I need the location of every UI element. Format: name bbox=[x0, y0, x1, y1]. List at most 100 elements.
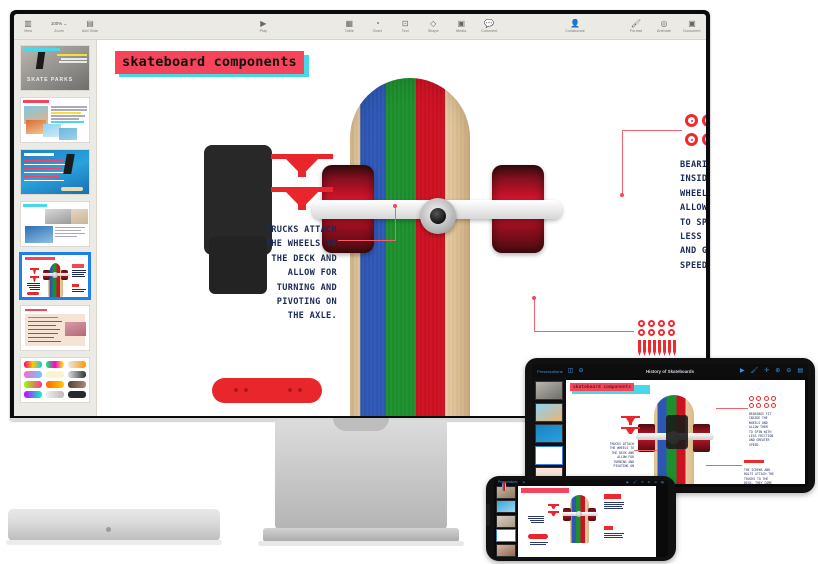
iphone-text-line bbox=[528, 516, 544, 517]
toolbar-zoom-control[interactable]: 100% ⌄ Zoom bbox=[42, 15, 76, 39]
iphone-thumbnail-selected[interactable] bbox=[495, 482, 516, 542]
screw-icon bbox=[663, 340, 666, 356]
iphone-device: Presentations ⊖ ▶ 🖌 ✛ ⊛ ⊖ ▤ bbox=[486, 476, 676, 561]
ipad-body: skateboard components TRUCKS ATTACH THE … bbox=[532, 378, 808, 487]
bearing-icon bbox=[702, 114, 706, 127]
bearing-icon bbox=[685, 133, 698, 146]
toolbar-format-button[interactable]: 🖌 Format bbox=[622, 15, 650, 39]
slide-navigator[interactable]: SKATE PARKS bbox=[14, 40, 97, 416]
iphone-thumbnail[interactable] bbox=[495, 514, 516, 528]
slide-thumbnail-9[interactable] bbox=[20, 253, 90, 299]
play-icon: ▶ bbox=[260, 19, 267, 28]
add-slide-icon: ▤ bbox=[86, 19, 94, 28]
truck-assembly bbox=[312, 192, 562, 234]
ipad-slide-navigator[interactable] bbox=[532, 378, 566, 487]
chart-icon: ◔ bbox=[374, 19, 380, 28]
ipad-slide-canvas[interactable]: skateboard components TRUCKS ATTACH THE … bbox=[566, 380, 805, 484]
hardware-graphic[interactable] bbox=[638, 320, 698, 356]
toolbar-chart-button[interactable]: ◔ Chart bbox=[363, 15, 391, 39]
bearing-icon bbox=[756, 402, 762, 408]
iphone-slide-canvas[interactable] bbox=[518, 486, 656, 557]
more-icon[interactable]: ⊖ bbox=[786, 368, 791, 374]
view-icon: ▥ bbox=[24, 19, 32, 28]
bearing-icon bbox=[756, 396, 762, 401]
iphone-deck-graphic bbox=[528, 534, 548, 539]
screw-icon bbox=[673, 340, 676, 356]
imac-stand-shadow bbox=[258, 541, 464, 546]
trucks-graphic[interactable] bbox=[271, 152, 333, 214]
toolbar-comment-button[interactable]: 💬 Comment bbox=[475, 15, 503, 39]
slide-thumbnail-8[interactable] bbox=[20, 201, 90, 247]
ipad-thumbnail[interactable] bbox=[535, 424, 563, 443]
leader-dot-trucks bbox=[393, 204, 397, 208]
callout-bearings-text[interactable]: BEARINGS FIT INSIDE THE WHEELS AND ALLOW… bbox=[680, 158, 706, 273]
slide-thumbnail-5[interactable]: SKATE PARKS bbox=[20, 45, 90, 91]
collaborate-icon[interactable]: ⊛ bbox=[775, 368, 780, 374]
ipad-screen: Presentations ◫ ⊖ History of Skateboards… bbox=[532, 364, 808, 487]
zoom-value: 100% ⌄ bbox=[50, 21, 68, 26]
imac-screen: ▥ View 100% ⌄ Zoom ▤ Add Slide ▶ Play ▦ … bbox=[14, 14, 706, 416]
slide-thumbnail-7[interactable] bbox=[20, 149, 90, 195]
toolbar-document-button[interactable]: ▣ Document bbox=[678, 15, 706, 39]
page-title[interactable]: skateboard components bbox=[115, 51, 304, 74]
toolbar-media-button[interactable]: ▣ Media bbox=[447, 15, 475, 39]
toolbar-right-group: 🖌 Format ◎ Animate ▣ Document bbox=[622, 15, 706, 39]
iphone-text-line bbox=[530, 520, 544, 521]
slide-title-group[interactable]: skateboard components bbox=[115, 51, 309, 77]
screw-icon bbox=[668, 340, 671, 356]
screw-icon bbox=[648, 340, 651, 356]
toolbar-view-label: View bbox=[23, 29, 33, 33]
iphone-slide-navigator[interactable] bbox=[494, 482, 518, 557]
toolbar-view-button[interactable]: ▥ View bbox=[14, 15, 42, 39]
toolbar-text-label: Text bbox=[401, 29, 409, 33]
ipad-toolbar: Presentations ◫ ⊖ History of Skateboards… bbox=[532, 364, 808, 378]
iphone-text-line bbox=[604, 533, 624, 534]
leader-line-bearings-v bbox=[622, 130, 624, 195]
leader-line-bearings bbox=[622, 130, 682, 132]
slide-thumbnail-11[interactable] bbox=[20, 357, 90, 403]
slide-thumbnail-10[interactable] bbox=[20, 305, 90, 351]
callout-trucks-text[interactable]: TRUCKS ATTACH THE WHEELS TO THE DECK AND… bbox=[225, 223, 337, 324]
screw-icon bbox=[638, 340, 641, 356]
ipad-truck-body bbox=[626, 429, 635, 434]
deck-graphic[interactable] bbox=[212, 378, 322, 403]
toolbar-add-slide-button[interactable]: ▤ Add Slide bbox=[76, 15, 104, 39]
iphone-body bbox=[494, 482, 668, 557]
animate-icon: ◎ bbox=[660, 19, 668, 28]
iphone-notch bbox=[486, 504, 490, 526]
slide-thumbnail-6[interactable] bbox=[20, 97, 90, 143]
format-brush-icon[interactable]: 🖌 bbox=[751, 368, 759, 374]
format-brush-icon: 🖌 bbox=[630, 19, 642, 28]
toolbar-animate-label: Animate bbox=[657, 29, 671, 33]
toolbar-collaborate-button[interactable]: 👤 Collaborate bbox=[564, 15, 586, 39]
iphone-hardware-graphic bbox=[604, 526, 613, 530]
toolbar-text-button[interactable]: ⊡ Text bbox=[391, 15, 419, 39]
iphone-truck-kingpin bbox=[576, 511, 582, 517]
ipad-thumbnail[interactable] bbox=[535, 402, 563, 422]
iphone-text-line bbox=[530, 542, 548, 543]
document-icon: ▣ bbox=[688, 19, 696, 28]
ipad-thumbnail-selected[interactable] bbox=[535, 445, 563, 465]
document-icon[interactable]: ▤ bbox=[797, 368, 803, 374]
insert-icon[interactable]: ✛ bbox=[764, 368, 769, 374]
toolbar-zoom-label: Zoom bbox=[54, 29, 64, 33]
toolbar-table-button[interactable]: ▦ Table bbox=[335, 15, 363, 39]
ipad-callout-bearings: BEARINGS FIT INSIDE THE WHEELS AND ALLOW… bbox=[749, 412, 774, 447]
toolbar-shape-button[interactable]: ◇ Shape bbox=[419, 15, 447, 39]
toolbar-table-label: Table bbox=[344, 29, 354, 33]
bearings-graphic[interactable] bbox=[685, 114, 706, 148]
ipad-thumbnail[interactable] bbox=[535, 381, 563, 400]
screw-icon bbox=[643, 340, 646, 356]
bearing-icon bbox=[749, 396, 754, 401]
toolbar-animate-button[interactable]: ◎ Animate bbox=[650, 15, 678, 39]
iphone-text-line bbox=[528, 518, 544, 519]
iphone-thumbnail[interactable] bbox=[495, 543, 516, 557]
imac-stand-foot bbox=[263, 528, 459, 542]
toolbar-play-button[interactable]: ▶ Play bbox=[252, 15, 274, 39]
iphone-thumbnail[interactable] bbox=[495, 500, 516, 513]
toolbar-play-label: Play bbox=[259, 29, 268, 33]
toolbar-add-slide-label: Add Slide bbox=[81, 29, 99, 33]
play-icon[interactable]: ▶ bbox=[740, 368, 745, 374]
nut-icon bbox=[648, 329, 655, 336]
toolbar-left-group: ▥ View 100% ⌄ Zoom ▤ Add Slide bbox=[14, 15, 104, 39]
